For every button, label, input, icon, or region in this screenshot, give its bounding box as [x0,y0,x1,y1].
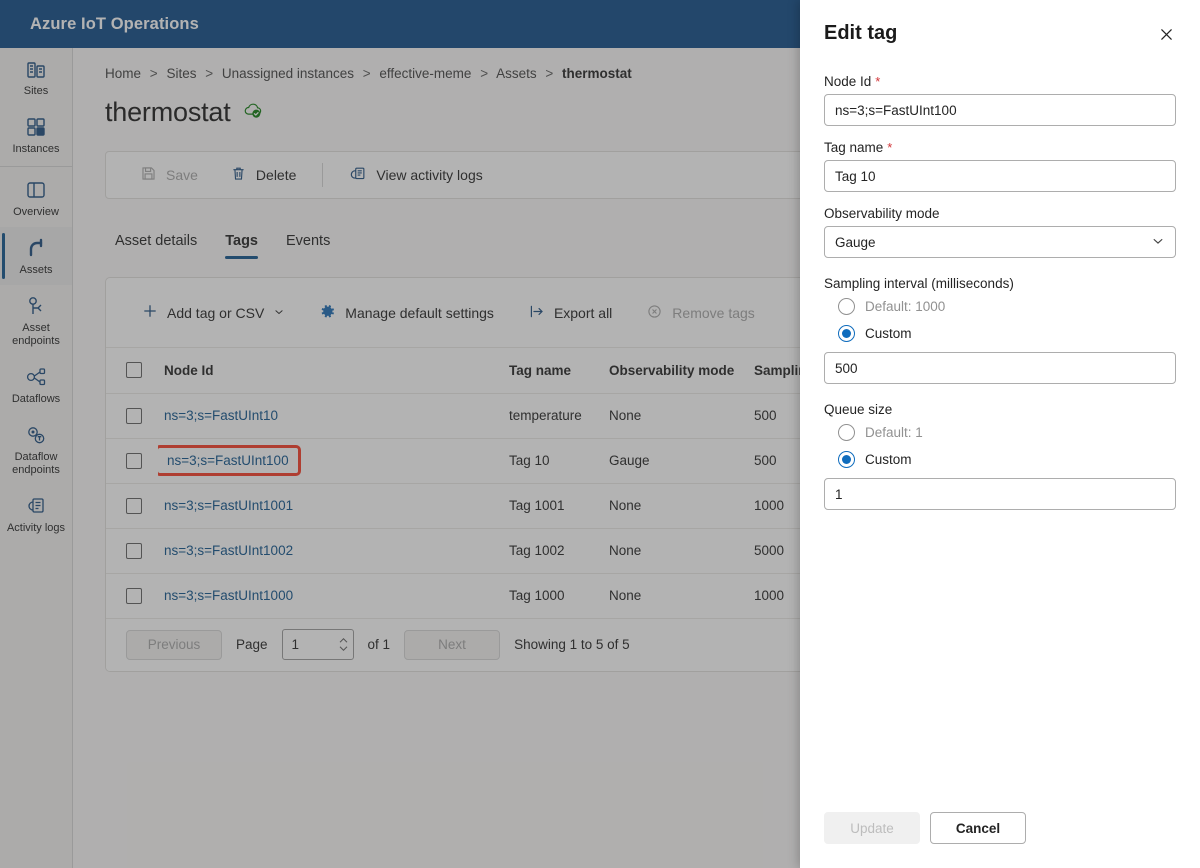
observability-mode-field-label: Observability mode [824,206,1176,221]
tag-name-field-label: Tag name * [824,140,1176,155]
node-id-field-label: Node Id * [824,74,1176,89]
modal-overlay[interactable] [0,0,800,868]
cancel-button[interactable]: Cancel [930,812,1026,844]
radio-icon[interactable] [838,424,855,441]
chevron-down-icon [1151,234,1165,251]
queue-size-input[interactable]: 1 [824,478,1176,510]
panel-title: Edit tag [824,22,898,44]
node-id-label-text: Node Id [824,74,872,89]
required-asterisk: * [875,74,881,89]
radio-icon-selected[interactable] [838,325,855,342]
node-id-input-value: ns=3;s=FastUInt100 [835,102,957,118]
radio-icon[interactable] [838,298,855,315]
panel-body: Node Id * ns=3;s=FastUInt100 Tag name * … [800,50,1200,812]
tag-name-label-text: Tag name [824,140,884,155]
sampling-interval-group-label: Sampling interval (milliseconds) [824,276,1014,291]
queue-size-group-label: Queue size [824,402,893,417]
panel-header: Edit tag [800,0,1200,50]
queue-size-custom-radio-row[interactable]: Custom [838,451,1176,468]
queue-size-custom-label: Custom [865,452,912,467]
sampling-interval-value: 500 [835,360,858,376]
queue-size-value: 1 [835,486,843,502]
sampling-interval-default-label: Default: 1000 [865,299,946,314]
queue-size-default-radio-row[interactable]: Default: 1 [838,424,1176,441]
observability-mode-label-text: Observability mode [824,206,940,221]
observability-mode-select[interactable]: Gauge [824,226,1176,258]
radio-icon-selected[interactable] [838,451,855,468]
sampling-interval-input[interactable]: 500 [824,352,1176,384]
sampling-interval-default-radio-row[interactable]: Default: 1000 [838,298,1176,315]
update-button[interactable]: Update [824,812,920,844]
required-asterisk: * [887,140,893,155]
sampling-interval-custom-label: Custom [865,326,912,341]
tag-name-input[interactable]: Tag 10 [824,160,1176,192]
close-icon[interactable] [1150,18,1182,50]
edit-tag-panel: Edit tag Node Id * ns=3;s=FastUInt100 Ta… [800,0,1200,868]
sampling-interval-custom-radio-row[interactable]: Custom [838,325,1176,342]
observability-mode-value: Gauge [835,234,876,250]
tag-name-input-value: Tag 10 [835,168,876,184]
node-id-input[interactable]: ns=3;s=FastUInt100 [824,94,1176,126]
queue-size-default-label: Default: 1 [865,425,923,440]
panel-footer: Update Cancel [800,812,1200,868]
